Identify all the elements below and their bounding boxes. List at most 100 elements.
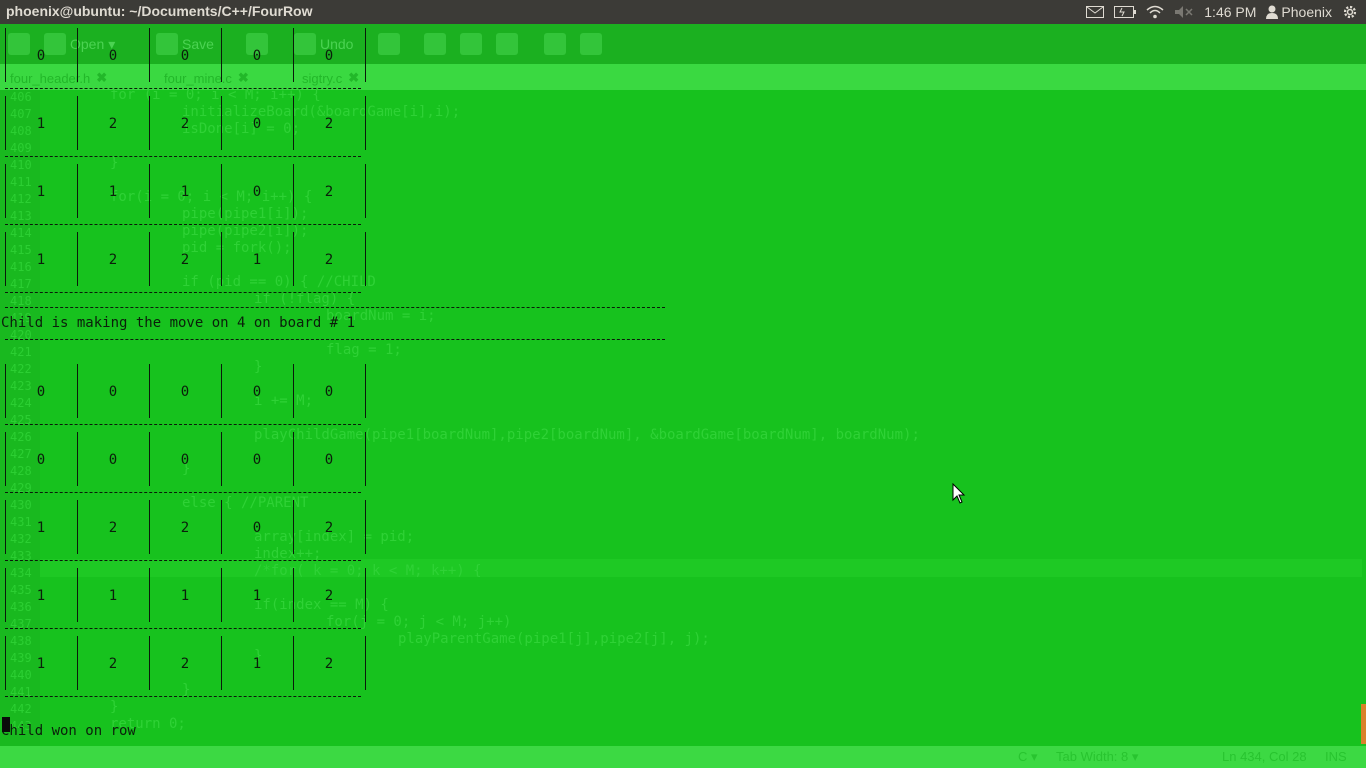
move-message: Child is making the move on 4 on board #… (1, 315, 356, 331)
message-divider (5, 307, 665, 309)
board-cell-border (365, 364, 366, 418)
board-cell: 1 (36, 520, 46, 536)
board-cell-border (221, 164, 222, 218)
user-name: Phoenix (1281, 4, 1332, 20)
clock[interactable]: 1:46 PM (1204, 0, 1256, 24)
user-menu[interactable]: Phoenix (1266, 0, 1332, 24)
wifi-icon[interactable] (1146, 0, 1164, 24)
board-cell: 1 (36, 588, 46, 604)
board-cell-border (77, 164, 78, 218)
board-cell-border (365, 432, 366, 486)
board-cell-border (5, 232, 6, 286)
board-cell: 0 (36, 384, 46, 400)
board-cell: 0 (108, 48, 118, 64)
board-cell: 0 (252, 184, 262, 200)
board-row-divider (5, 156, 361, 158)
board-cell: 1 (180, 184, 190, 200)
board-cell: 1 (36, 656, 46, 672)
gear-icon[interactable] (1342, 0, 1358, 24)
result-message: Child won on row (1, 723, 136, 739)
board-row-divider (5, 628, 361, 630)
terminal-output[interactable]: 0 0 0 0 0 1 2 2 0 2 1 1 1 0 2 1 2 2 1 2 Child is making the … (0, 24, 1366, 768)
board-cell: 1 (36, 184, 46, 200)
user-icon (1266, 5, 1279, 19)
board-cell: 2 (108, 116, 118, 132)
board-cell: 0 (180, 384, 190, 400)
board-cell-border (149, 500, 150, 554)
board-cell: 2 (180, 252, 190, 268)
board-cell: 0 (108, 384, 118, 400)
message-divider (5, 339, 665, 341)
board-cell-border (365, 636, 366, 690)
board-cell-border (221, 232, 222, 286)
board-cell-border (293, 28, 294, 82)
board-cell: 0 (180, 452, 190, 468)
board-cell-border (149, 636, 150, 690)
board-row-divider (5, 492, 361, 494)
board-cell-border (365, 28, 366, 82)
board-cell-border (149, 432, 150, 486)
board-cell: 1 (252, 656, 262, 672)
board-cell: 1 (180, 588, 190, 604)
board-cell-border (365, 568, 366, 622)
board-cell-border (221, 28, 222, 82)
board-cell-border (5, 568, 6, 622)
board-cell: 0 (252, 452, 262, 468)
board-cell: 2 (324, 520, 334, 536)
board-row-divider (5, 560, 361, 562)
board-cell: 0 (252, 384, 262, 400)
board-row-divider (5, 224, 361, 226)
mouse-pointer-icon (952, 482, 966, 509)
board-cell-border (77, 636, 78, 690)
board-cell-border (77, 232, 78, 286)
board-cell: 1 (108, 184, 118, 200)
indicator-area: 1:46 PM Phoenix (1086, 0, 1358, 24)
board-cell-border (5, 500, 6, 554)
board-cell-border (221, 636, 222, 690)
board-row-divider (5, 424, 361, 426)
board-cell: 1 (252, 252, 262, 268)
board-cell-border (149, 568, 150, 622)
board-cell-border (5, 636, 6, 690)
board-cell-border (221, 364, 222, 418)
board-cell: 1 (36, 116, 46, 132)
board-cell: 0 (252, 116, 262, 132)
board-row-divider (5, 292, 361, 294)
board-cell: 2 (324, 656, 334, 672)
board-cell-border (149, 232, 150, 286)
board-cell: 2 (108, 656, 118, 672)
board-cell: 0 (324, 452, 334, 468)
window-title: phoenix@ubuntu: ~/Documents/C++/FourRow (6, 3, 313, 19)
board-cell-border (149, 96, 150, 150)
battery-icon[interactable] (1114, 0, 1137, 24)
board-cell-border (365, 500, 366, 554)
mail-icon[interactable] (1086, 0, 1105, 24)
board-cell-border (221, 96, 222, 150)
board-cell-border (5, 364, 6, 418)
board-cell-border (293, 96, 294, 150)
board-cell: 2 (108, 520, 118, 536)
board-cell: 1 (36, 252, 46, 268)
board-row-divider (5, 696, 361, 698)
board-cell: 0 (324, 48, 334, 64)
board-cell: 1 (252, 588, 262, 604)
board-cell: 0 (252, 520, 262, 536)
board-cell-border (365, 164, 366, 218)
board-cell: 1 (108, 588, 118, 604)
board-cell-border (77, 96, 78, 150)
board-cell-border (293, 232, 294, 286)
volume-muted-icon[interactable] (1174, 0, 1194, 24)
board-cell-border (365, 232, 366, 286)
board-cell: 0 (36, 48, 46, 64)
board-cell-border (5, 96, 6, 150)
board-cell: 2 (324, 184, 334, 200)
terminal-cursor (2, 717, 10, 732)
board-cell-border (77, 432, 78, 486)
board-cell-border (221, 568, 222, 622)
board-cell: 0 (180, 48, 190, 64)
board-cell-border (149, 164, 150, 218)
board-cell-border (293, 568, 294, 622)
board-cell-border (5, 28, 6, 82)
board-cell: 2 (180, 116, 190, 132)
board-cell-border (5, 432, 6, 486)
